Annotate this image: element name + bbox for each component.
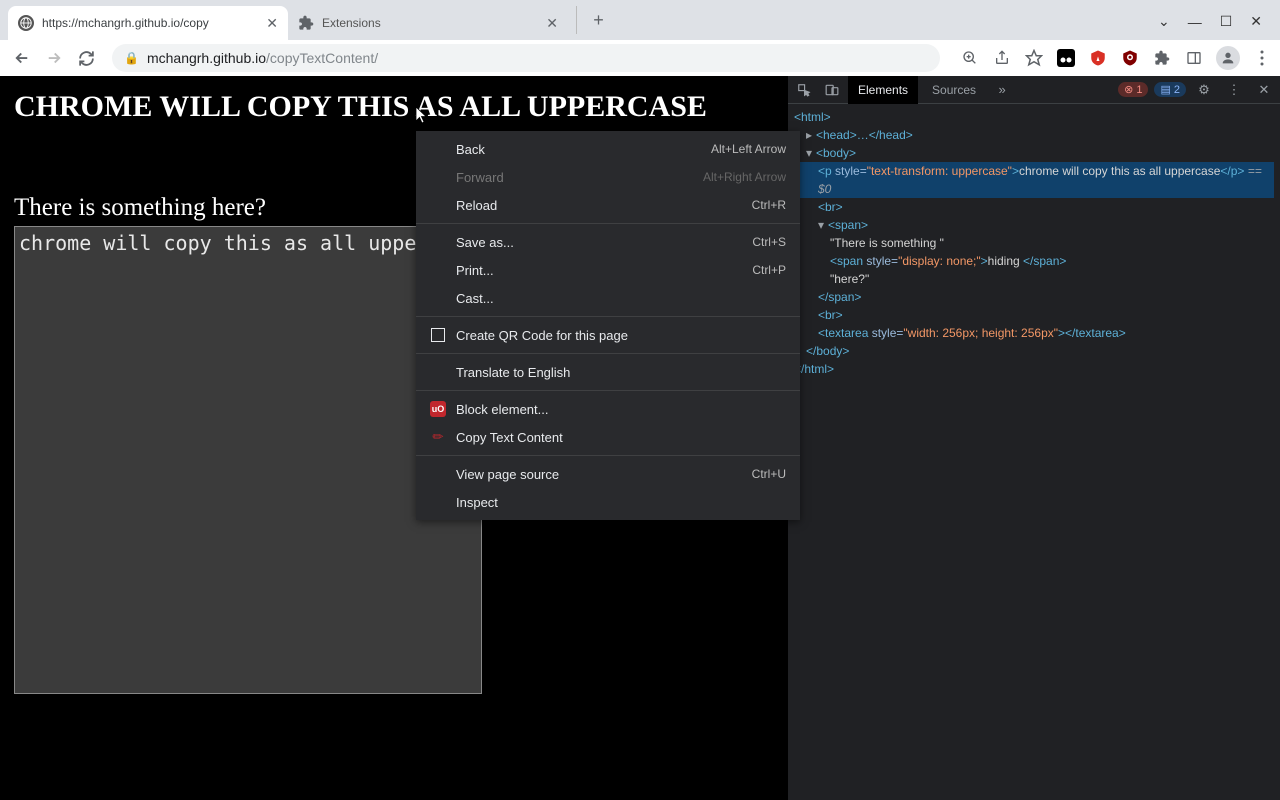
ext-icon-1[interactable] [1056,48,1076,68]
separator [416,223,800,224]
ctx-translate[interactable]: Translate to English [416,358,800,386]
browser-titlebar: https://mchangrh.github.io/copy ✕ Extens… [0,0,1280,40]
ctx-block[interactable]: uOBlock element... [416,395,800,423]
ublock-icon: uO [430,401,446,417]
ctx-saveas[interactable]: Save as...Ctrl+S [416,228,800,256]
devtools-tab-sources[interactable]: Sources [922,76,986,104]
chevron-down-icon[interactable]: ⌄ [1158,13,1170,30]
reload-button[interactable] [72,44,100,72]
devtools-header: Elements Sources » ⊗1 ▤2 ⚙ ⋮ ✕ [788,76,1280,104]
address-bar[interactable]: 🔒 mchangrh.github.io/copyTextContent/ [112,44,940,72]
close-icon[interactable]: ✕ [1250,13,1262,30]
maximize-icon[interactable]: ☐ [1220,13,1233,30]
back-button[interactable] [8,44,36,72]
url-path: /copyTextContent/ [266,50,378,66]
close-icon[interactable]: ✕ [1252,78,1276,102]
extensions-icon[interactable] [1152,48,1172,68]
separator [416,316,800,317]
inspect-element-icon[interactable] [792,78,816,102]
forward-button[interactable] [40,44,68,72]
devtools-dom-tree[interactable]: <html> ▸<head>…</head> ▾<body> <p style=… [788,104,1280,800]
ctx-inspect[interactable]: Inspect [416,488,800,516]
close-icon[interactable]: ✕ [546,15,558,32]
minimize-icon[interactable]: — [1188,14,1202,30]
kebab-icon[interactable]: ⋮ [1222,78,1246,102]
tab-extensions[interactable]: Extensions ✕ [288,6,568,40]
share-icon[interactable] [992,48,1012,68]
ctx-source[interactable]: View page sourceCtrl+U [416,460,800,488]
separator [416,455,800,456]
ctx-copytext[interactable]: ✎Copy Text Content [416,423,800,451]
dropper-icon: ✎ [430,429,446,445]
devtools-tab-elements[interactable]: Elements [848,76,918,104]
page-heading: CHROME WILL COPY THIS AS ALL UPPERCASE [14,90,774,124]
zoom-icon[interactable] [960,48,980,68]
ctx-qr[interactable]: Create QR Code for this page [416,321,800,349]
separator [416,353,800,354]
separator [416,390,800,391]
tab-strip: https://mchangrh.github.io/copy ✕ Extens… [8,6,604,40]
tab-page[interactable]: https://mchangrh.github.io/copy ✕ [8,6,288,40]
bookmark-icon[interactable] [1024,48,1044,68]
context-menu: BackAlt+Left Arrow ForwardAlt+Right Arro… [416,131,800,520]
window-controls: ⌄ — ☐ ✕ [1158,13,1280,40]
browser-toolbar: 🔒 mchangrh.github.io/copyTextContent/ [0,40,1280,76]
gear-icon[interactable]: ⚙ [1192,78,1216,102]
tab-title: Extensions [322,16,538,30]
ctx-back[interactable]: BackAlt+Left Arrow [416,135,800,163]
devtools-panel: Elements Sources » ⊗1 ▤2 ⚙ ⋮ ✕ <html> ▸<… [788,76,1280,800]
device-toggle-icon[interactable] [820,78,844,102]
url-host: mchangrh.github.io [147,50,266,66]
sidepanel-icon[interactable] [1184,48,1204,68]
profile-avatar[interactable] [1216,46,1240,70]
qr-icon [430,328,446,342]
error-badge[interactable]: ⊗1 [1118,82,1148,97]
globe-icon [18,15,34,31]
ext-icon-2[interactable] [1088,48,1108,68]
page-textarea[interactable] [14,226,482,694]
close-icon[interactable]: ✕ [266,15,278,32]
ublock-icon[interactable] [1120,48,1140,68]
more-tabs-icon[interactable]: » [990,78,1014,102]
menu-icon[interactable] [1252,48,1272,68]
ctx-forward: ForwardAlt+Right Arrow [416,163,800,191]
tab-title: https://mchangrh.github.io/copy [42,16,258,30]
lock-icon: 🔒 [124,51,139,65]
message-badge[interactable]: ▤2 [1154,82,1186,97]
ctx-print[interactable]: Print...Ctrl+P [416,256,800,284]
ctx-reload[interactable]: ReloadCtrl+R [416,191,800,219]
extension-icon [298,15,314,31]
ctx-cast[interactable]: Cast... [416,284,800,312]
new-tab-button[interactable]: + [576,6,604,34]
